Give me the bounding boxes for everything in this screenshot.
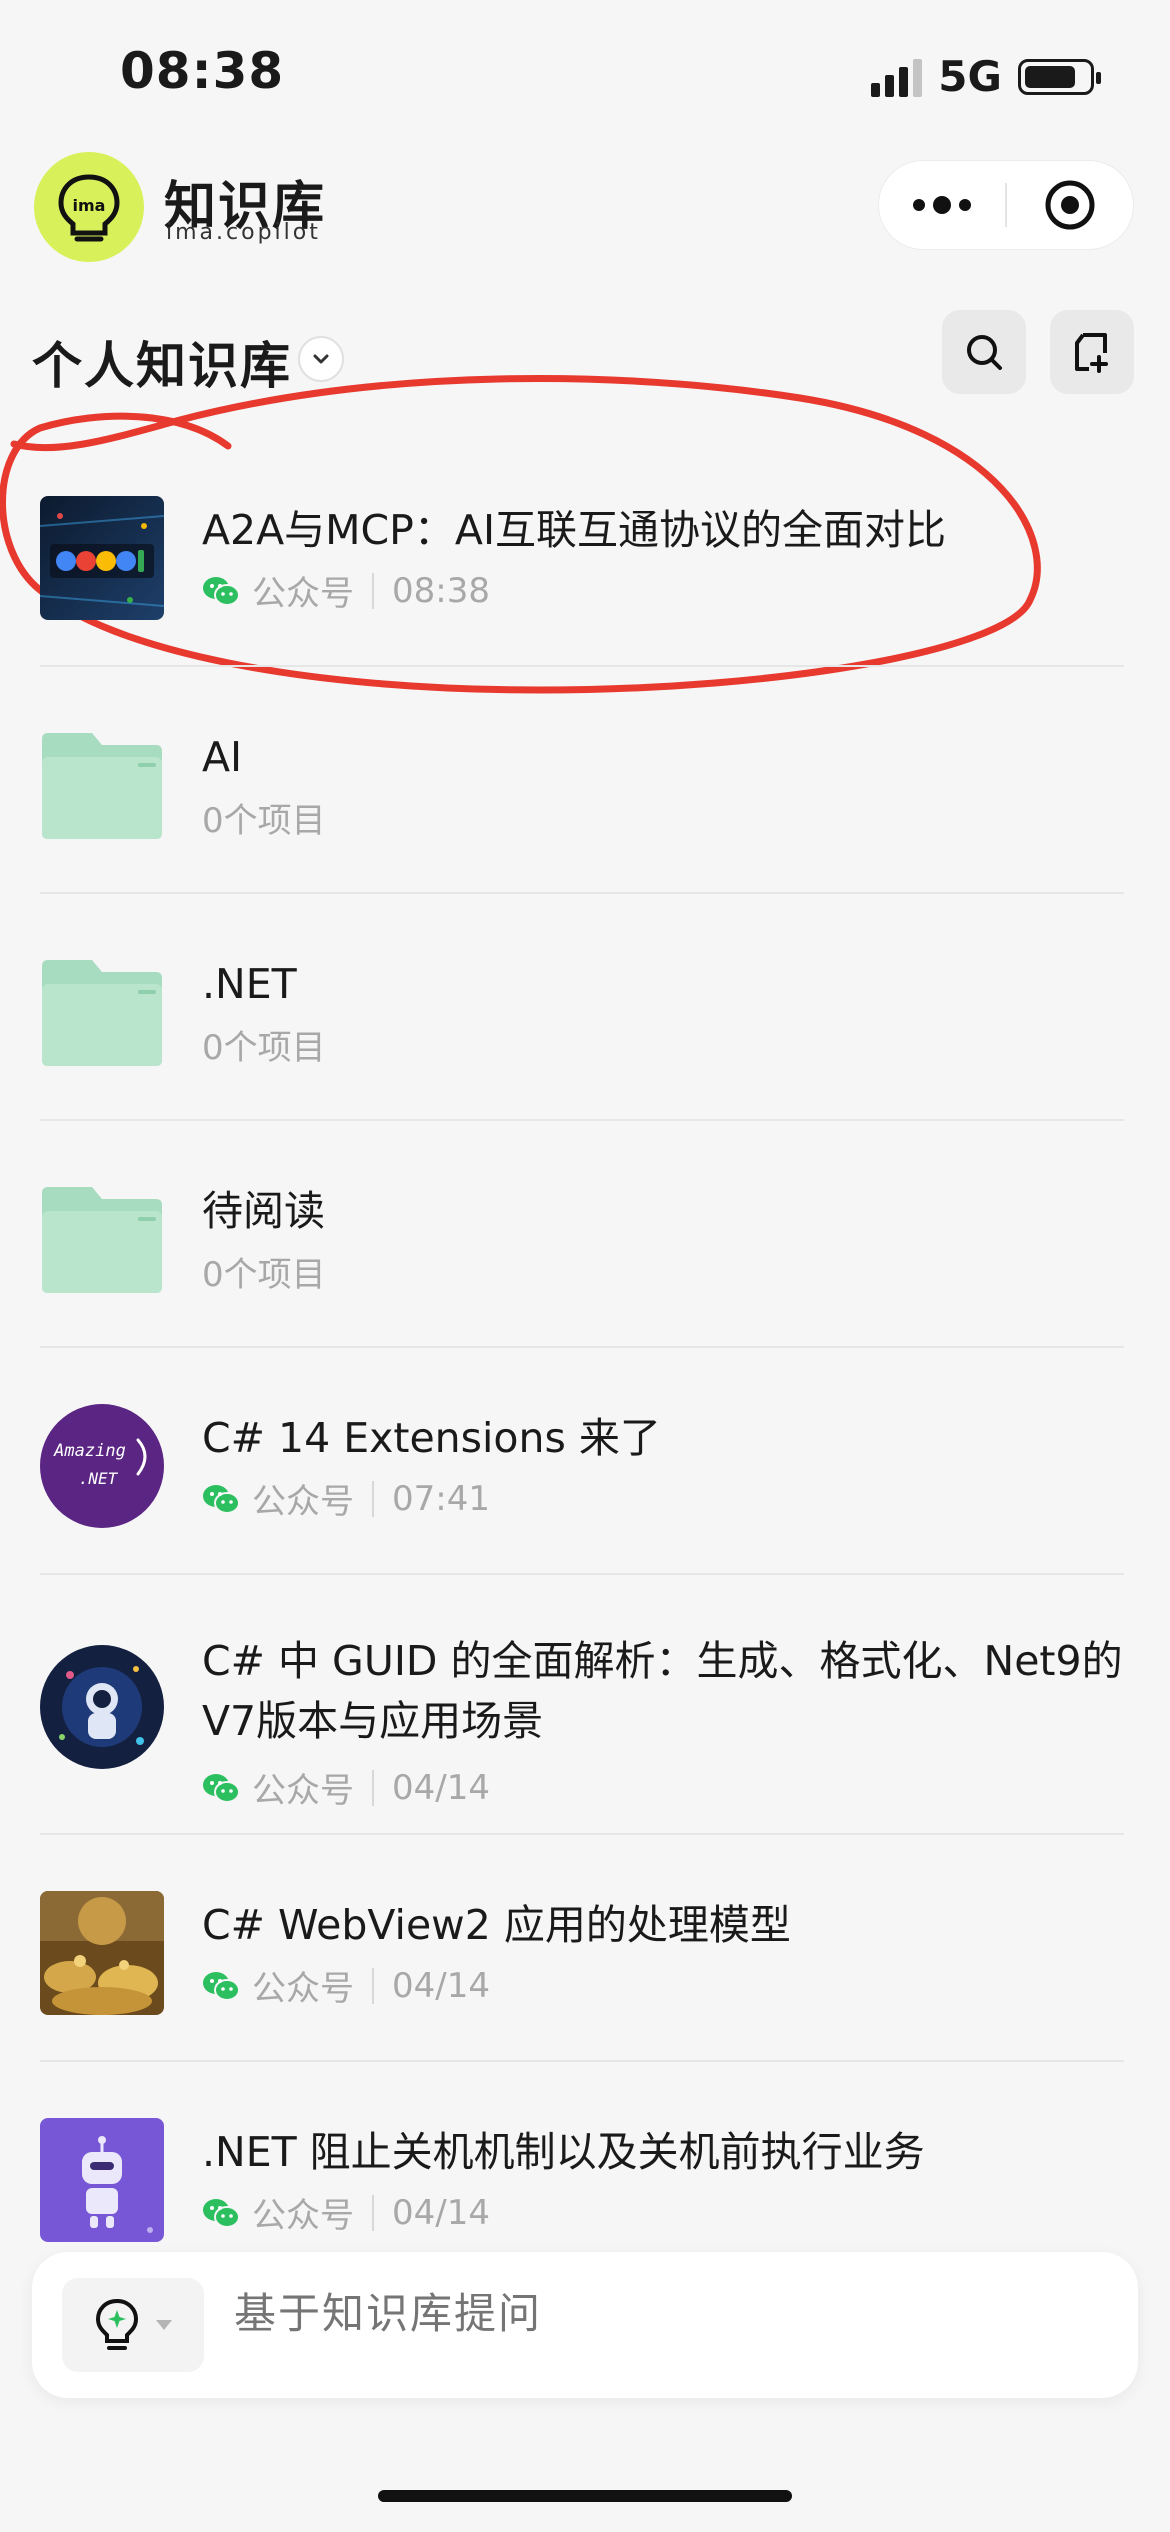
ask-mode-selector[interactable] [62,2278,204,2372]
item-title: C# WebView2 应用的处理模型 [202,1901,791,1949]
kb-title[interactable]: 个人知识库 [32,326,292,398]
wechat-icon [202,2197,240,2229]
miniprogram-capsule [878,160,1134,250]
item-time: 07:41 [392,1478,490,1519]
dot-icon [933,196,951,214]
status-indicators: 5G [871,52,1101,101]
article-thumbnail [40,1891,164,2015]
item-title: .NET 阻止关机机制以及关机前执行业务 [202,2128,925,2176]
item-source: 公众号 [252,1969,354,2009]
wechat-icon [202,575,240,607]
folder-icon [40,1177,164,1301]
add-file-icon [1075,333,1108,373]
kb-item-list: A2A与MCP：AI互联互通协议的全面对比 公众号 08:38 AI 0个项目 … [40,440,1124,2289]
search-icon [967,335,1002,370]
kb-title-row: 个人知识库 [0,310,1170,400]
meta-divider [372,1480,374,1517]
item-time: 04/14 [392,1965,490,2006]
item-meta: 公众号 04/14 [202,2188,490,2237]
article-thumbnail: Amazing .NET [40,1404,164,1528]
target-close-icon [1045,180,1095,230]
item-source: 公众号 [252,1482,354,1522]
item-time: 08:38 [392,570,490,611]
battery-icon [1018,58,1101,95]
list-item[interactable]: .NET 0个项目 [40,894,1124,1121]
svg-text:.NET: .NET [79,1469,119,1488]
item-source: 公众号 [252,1771,354,1811]
meta-divider [372,2194,374,2231]
kb-switch-dropdown[interactable] [298,336,344,382]
dot-icon [913,199,925,211]
app-header: ima 知识库 ima.copilot [0,150,1170,262]
meta-divider [372,572,374,609]
article-thumbnail [40,1645,164,1769]
svg-text:ima: ima [73,196,106,215]
cellular-signal-icon [871,57,923,97]
item-meta: 公众号 04/14 [202,1763,490,1812]
article-thumbnail [40,496,164,620]
folder-item-count: 0个项目 [202,1028,326,1068]
meta-divider [372,1769,374,1806]
list-item[interactable]: C# WebView2 应用的处理模型 公众号 04/14 [40,1835,1124,2062]
list-item[interactable]: Amazing .NET C# 14 Extensions 来了 公众号 07:… [40,1348,1124,1575]
status-bar: 08:38 5G [0,0,1170,150]
folder-name: 待阅读 [202,1187,325,1235]
lightbulb-icon: ima [58,174,120,242]
robot-illustration [40,2118,164,2242]
google-chip-image [40,496,164,620]
add-content-button[interactable] [1050,310,1134,394]
item-time: 04/14 [392,1767,490,1808]
gold-coins-image [40,1891,164,2015]
meta-divider [372,1967,374,2004]
item-meta: 0个项目 [202,1020,326,1069]
item-meta: 公众号 08:38 [202,566,490,615]
wechat-icon [202,1483,240,1515]
ask-input[interactable] [232,2288,1036,2339]
item-source: 公众号 [252,574,354,614]
home-indicator[interactable] [378,2490,792,2502]
item-source: 公众号 [252,2196,354,2236]
search-button[interactable] [942,310,1026,394]
item-meta: 0个项目 [202,1247,326,1296]
caret-down-icon [156,2320,172,2330]
folder-item-count: 0个项目 [202,1255,326,1295]
folder-name: AI [202,733,243,781]
status-time: 08:38 [120,42,285,100]
lightbulb-sparkle-icon [95,2298,139,2350]
item-title: A2A与MCP：AI互联互通协议的全面对比 [202,506,947,554]
list-item[interactable]: 待阅读 0个项目 [40,1121,1124,1348]
space-astronaut-image [40,1645,164,1769]
folder-icon [40,723,164,847]
close-miniprogram-button[interactable] [1007,178,1133,232]
wechat-icon [202,1772,240,1804]
folder-name: .NET [202,960,297,1008]
item-title: C# 14 Extensions 来了 [202,1414,661,1462]
item-title: C# 中 GUID 的全面解析：生成、格式化、Net9的V7版本与应用场景 [202,1637,1123,1745]
folder-item-count: 0个项目 [202,801,326,841]
list-item[interactable]: AI 0个项目 [40,667,1124,894]
list-item[interactable]: A2A与MCP：AI互联互通协议的全面对比 公众号 08:38 [40,440,1124,667]
amazing-net-logo: Amazing .NET [40,1404,164,1528]
network-type: 5G [938,52,1002,101]
folder-icon [40,950,164,1074]
ask-bar [32,2252,1138,2398]
item-meta: 公众号 04/14 [202,1961,490,2010]
dot-icon [959,199,971,211]
wechat-icon [202,1970,240,2002]
item-time: 04/14 [392,2192,490,2233]
chevron-down-icon [313,354,329,364]
app-logo: ima [34,152,144,262]
more-button[interactable] [879,196,1005,214]
item-meta: 公众号 07:41 [202,1474,490,1523]
svg-text:Amazing: Amazing [53,1441,126,1461]
app-subtitle: ima.copilot [166,220,321,245]
item-meta: 0个项目 [202,793,326,842]
article-thumbnail [40,2118,164,2242]
list-item[interactable]: C# 中 GUID 的全面解析：生成、格式化、Net9的V7版本与应用场景 公众… [40,1575,1124,1835]
